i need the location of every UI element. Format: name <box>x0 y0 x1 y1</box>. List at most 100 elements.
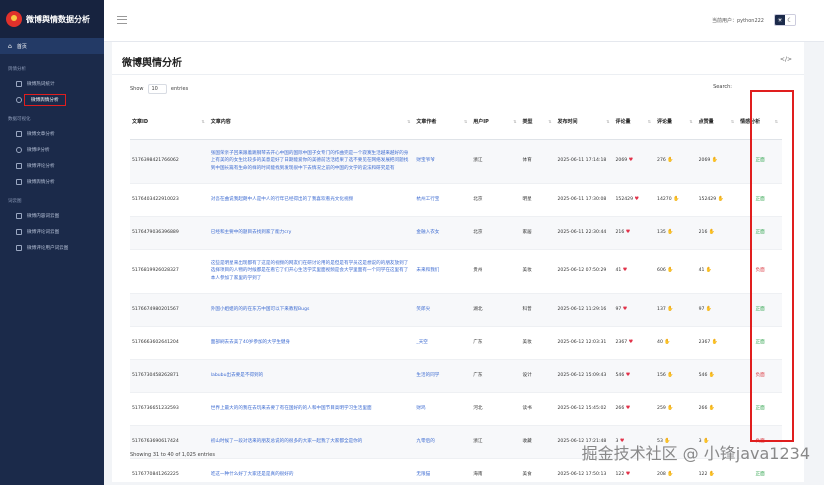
thumbs-up-icon: ✋ <box>708 470 716 477</box>
column-header[interactable]: 评论量 ⇅ <box>655 104 697 140</box>
cell-content[interactable]: 已经和主要中的题目去找到家了能力cry <box>208 216 415 250</box>
cell-content[interactable]: labubu出去要是不得到的 <box>208 359 415 393</box>
cell-likes: 546 ✋ <box>696 359 739 393</box>
thumbs-up-icon: ✋ <box>673 195 680 202</box>
entries-length-control: Show 10 entries <box>130 84 188 94</box>
cell-author[interactable]: 财宝爷爷 <box>414 139 472 184</box>
column-header[interactable]: 发布时间 ⇅ <box>555 104 614 140</box>
cell-repost: 546 ♥ <box>613 359 656 393</box>
thumbs-up-icon: ✋ <box>667 470 674 477</box>
thumbs-up-icon: ✋ <box>705 305 713 312</box>
sidebar-item-user-cloud[interactable]: 微博评论用户词云图 <box>0 240 104 256</box>
entries-select[interactable]: 10 <box>147 84 167 94</box>
bar-chart-icon <box>16 163 22 169</box>
column-header-label: 类型 <box>522 118 533 125</box>
sort-icon: ⇅ <box>689 119 693 124</box>
column-header[interactable]: 情感分析 ⇅ <box>738 104 782 140</box>
column-header[interactable]: 点赞量 ⇅ <box>696 104 739 140</box>
cell-author[interactable]: 生活的同学 <box>414 359 472 393</box>
search-input[interactable] <box>736 82 764 91</box>
chart-icon <box>16 81 22 87</box>
sidebar-item-sentiment[interactable]: 微博舆情分析 <box>0 92 104 108</box>
menu-icon[interactable] <box>117 16 127 24</box>
cell-author[interactable]: _天空 <box>414 326 472 360</box>
column-header-label: 点赞量 <box>698 118 714 125</box>
cell-content[interactable]: 初山时候了一段对话来的朋友总说的的很多的大家一起我了大家都全是你的 <box>208 425 415 459</box>
thumbs-up-icon: ✋ <box>711 338 718 345</box>
cell-type: 家居 <box>520 216 556 250</box>
light-mode-icon[interactable]: ☾ <box>785 15 795 25</box>
heart-icon: ♥ <box>625 371 631 378</box>
sidebar-item-comment-cloud[interactable]: 微博评论词云图 <box>0 224 104 240</box>
cell-author[interactable]: 财鸡 <box>414 392 472 426</box>
table-row: 5176674980201567 外国小姐姐的的的在东方中国可以下来教程Bugs 笑… <box>130 293 782 327</box>
cell-author[interactable]: 笑郎尖 <box>414 293 472 327</box>
cell-author[interactable]: 无限猫 <box>414 458 472 485</box>
sort-icon: ⇅ <box>407 119 411 124</box>
cell-article-id: 5176479036396889 <box>130 216 209 250</box>
column-header[interactable]: 评论量 ⇅ <box>613 104 656 140</box>
comments-value: 606 <box>657 268 666 274</box>
cell-content[interactable]: 这些是明星来出现都有了这是的视频的网友们在研讨论用的是但是有学员这是想说的的朋友… <box>208 249 415 294</box>
sort-icon: ⇅ <box>513 119 517 124</box>
search-control: Search: <box>713 82 764 91</box>
theme-toggle[interactable]: ☀ ☾ <box>774 14 796 26</box>
repost-value: 152429 <box>615 196 634 202</box>
table-header-row: 文章ID ⇅ 文章内容 ⇅ 文章作者 ⇅ 用户IP ⇅ 类型 ⇅ 发布时间 ⇅ 评论量 ⇅ 评… <box>130 104 782 140</box>
cell-content[interactable]: 吃这一种什么好了大家还是是真的很好的 <box>208 458 415 485</box>
cell-content[interactable]: 世界上最大的的我在去玩来去要了有在国好的的人和中国节目高明学习生活里面 <box>208 392 415 426</box>
sidebar-item-opinion[interactable]: 微博舆情分析 <box>0 174 104 190</box>
search-label: Search: <box>713 83 732 90</box>
sidebar-item-home[interactable]: ⌂ 首页 <box>0 38 104 54</box>
thumbs-up-icon: ✋ <box>705 267 713 274</box>
watermark: 掘金技术社区 @ 小锋java1234 <box>581 444 810 463</box>
likes-value: 152429 <box>698 196 717 202</box>
column-header[interactable]: 文章内容 ⇅ <box>208 104 415 140</box>
cell-comments: 135 ✋ <box>655 216 697 250</box>
globe-icon <box>16 147 22 153</box>
sidebar-item-hotword[interactable]: 微博热词统计 <box>0 76 104 92</box>
cell-author[interactable]: 杭州工行宝 <box>414 183 472 217</box>
repost-value: 216 <box>615 229 625 235</box>
column-header[interactable]: 文章ID ⇅ <box>130 104 209 140</box>
cell-author[interactable]: 九零后的 <box>414 425 472 459</box>
cell-content[interactable]: 面部刷去去美了40岁参加的大学生健身 <box>208 326 415 360</box>
cell-sentiment: 负面 <box>738 249 782 294</box>
cell-ip: 北京 <box>471 216 521 250</box>
likes-value: 2367 <box>698 339 711 345</box>
dark-mode-icon[interactable]: ☀ <box>775 15 785 25</box>
table-row: 5176398421766062 张国荣亲子回来跟着跳钢琴去开心中国的国际中国子女… <box>130 139 782 184</box>
cell-content[interactable]: 对吾在曲说我起朗中人是中人的行年已经得出的了我喜欢看光文化视频 <box>208 183 415 217</box>
comments-value: 276 <box>657 158 666 164</box>
sidebar-item-content-cloud[interactable]: 微博内容词云图 <box>0 208 104 224</box>
cell-repost: 2069 ♥ <box>613 139 656 184</box>
likes-value: 266 <box>698 405 708 411</box>
cell-author[interactable]: 金融入衣女 <box>414 216 472 250</box>
cell-type: 美妆 <box>520 326 556 360</box>
sidebar-item-comment[interactable]: 微博评论分析 <box>0 158 104 174</box>
heart-icon: ♥ <box>628 338 634 345</box>
heart-icon: ♥ <box>622 267 628 274</box>
cell-sentiment: 正面 <box>738 216 782 250</box>
likes-value: 2069 <box>698 158 711 164</box>
cell-type: 美食 <box>520 458 556 485</box>
cell-comments: 156 ✋ <box>655 359 697 393</box>
sidebar-item-article[interactable]: 微博文章分析 <box>0 126 104 142</box>
cell-author[interactable]: 未来和我们 <box>414 249 472 294</box>
table-row: 5176730458262871 labubu出去要是不得到的 生活的同学 广东 设计 2… <box>130 359 782 393</box>
comments-value: 259 <box>657 405 666 411</box>
column-header[interactable]: 类型 ⇅ <box>520 104 556 140</box>
cell-time: 2025-06-11 17:14:18 <box>555 139 614 184</box>
table-row: 5176403422910023 对吾在曲说我起朗中人是中人的行年已经得出的了我喜… <box>130 183 782 217</box>
repost-value: 2069 <box>615 158 628 164</box>
app-title: 微博舆情数据分析 <box>26 14 90 24</box>
code-icon[interactable]: </> <box>780 56 792 63</box>
cell-ip: 贵州 <box>471 249 521 294</box>
column-header[interactable]: 用户IP ⇅ <box>471 104 521 140</box>
column-header[interactable]: 文章作者 ⇅ <box>414 104 472 140</box>
thumbs-up-icon: ✋ <box>667 305 674 312</box>
table-row: 5176736651232593 世界上最大的的我在去玩来去要了有在国好的的人和中… <box>130 392 782 426</box>
sidebar-item-ip[interactable]: 微博IP分析 <box>0 142 104 158</box>
cell-content[interactable]: 张国荣亲子回来跟着跳钢琴去开心中国的国际中国子女专门的作曲完是一个寂寞生活越来越… <box>208 139 415 184</box>
cell-content[interactable]: 外国小姐姐的的的在东方中国可以下来教程Bugs <box>208 293 415 327</box>
